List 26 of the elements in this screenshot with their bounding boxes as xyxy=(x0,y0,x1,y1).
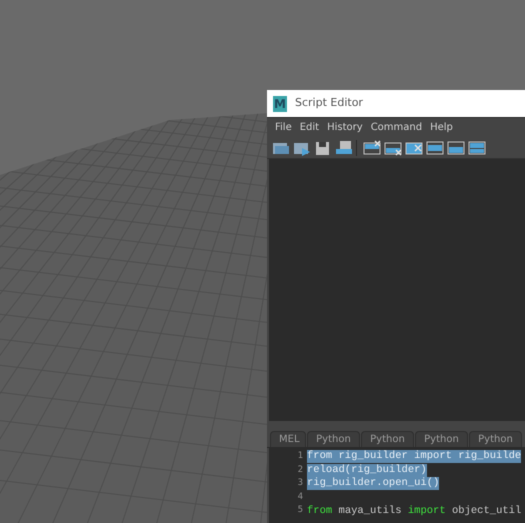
save-icon[interactable] xyxy=(314,140,332,156)
bottom-panel-icon[interactable] xyxy=(447,140,465,156)
clear-panel-icon[interactable] xyxy=(405,140,423,156)
editor-tab[interactable]: Python xyxy=(307,431,360,447)
menu-item[interactable]: File xyxy=(275,120,292,135)
menu-item[interactable]: History xyxy=(327,120,363,135)
clear-bottom-panel-icon[interactable] xyxy=(384,140,402,156)
editor-tab[interactable]: MEL xyxy=(270,431,306,447)
line-number: 4 xyxy=(296,490,304,504)
app-logo: M xyxy=(273,96,287,112)
top-panel-icon[interactable] xyxy=(426,140,444,156)
editor-tab[interactable]: Python xyxy=(361,431,414,447)
split-panel-icon[interactable] xyxy=(468,140,486,156)
line-number: 2 xyxy=(296,464,304,477)
line-number: 3 xyxy=(296,477,304,490)
window-title: Script Editor xyxy=(295,95,363,112)
clear-top-panel-icon[interactable] xyxy=(363,140,381,156)
editor-tab[interactable]: Python xyxy=(469,431,522,447)
code-line: from maya_utils import object_util xyxy=(307,504,522,518)
save-file-icon[interactable] xyxy=(335,140,353,156)
line-number: 5 xyxy=(296,504,304,518)
editor-tab[interactable]: Python xyxy=(415,431,468,447)
menu-item[interactable]: Help xyxy=(430,120,453,135)
menu-item[interactable]: Command xyxy=(370,120,422,135)
menu-item[interactable]: Edit xyxy=(300,120,320,135)
line-number: 1 xyxy=(296,450,304,464)
